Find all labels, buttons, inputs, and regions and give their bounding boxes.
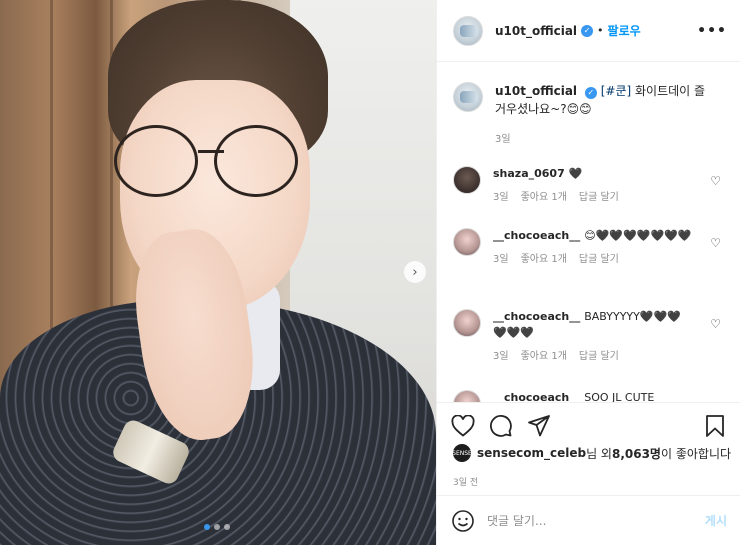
- comment-text: 🖤: [568, 167, 583, 180]
- comment-likes[interactable]: 좋아요 1개: [521, 349, 567, 365]
- comment-text: SOO JL CUTE: [584, 391, 655, 402]
- carousel-dot: [204, 524, 210, 530]
- likes-username[interactable]: sensecom_celeb: [477, 446, 586, 460]
- more-icon[interactable]: •••: [697, 23, 727, 39]
- comment-username[interactable]: shaza_0607: [493, 167, 565, 180]
- heart-icon[interactable]: [451, 414, 475, 438]
- verified-icon: ✓: [584, 87, 597, 99]
- comment-time[interactable]: 3일: [493, 349, 509, 365]
- reply-button[interactable]: 답글 달기: [579, 349, 619, 365]
- comment-time[interactable]: 3일: [493, 190, 509, 206]
- avatar[interactable]: [453, 166, 481, 194]
- likes-summary: SENSE sensecom_celeb 님 외 8,063명 이 좋아합니다: [452, 444, 732, 462]
- comment-likes[interactable]: 좋아요 1개: [521, 190, 567, 206]
- caption-text: u10t_official ✓ [#쿤] 화이트데이 즐거우셨나요~?😊😊: [495, 82, 715, 118]
- photo-glasses-bridge: [198, 150, 224, 153]
- comment-username[interactable]: __chocoeach__: [493, 229, 580, 242]
- add-comment-bar: 게시: [437, 495, 740, 545]
- photo-glasses-right: [214, 125, 298, 197]
- comment-item: __chocoeach__ BABYYYYY🖤🖤🖤🖤🖤🖤 3일 좋아요 1개 답글…: [453, 309, 733, 365]
- caption-username[interactable]: u10t_official: [495, 84, 577, 98]
- comment-item: __chocoeach__ SOO JL CUTE: [453, 390, 733, 402]
- avatar[interactable]: [453, 228, 481, 256]
- avatar[interactable]: [453, 309, 481, 337]
- caption: u10t_official ✓ [#쿤] 화이트데이 즐거우셨나요~?😊😊: [453, 82, 715, 118]
- reply-button[interactable]: 답글 달기: [579, 252, 619, 268]
- carousel-dot: [214, 524, 220, 530]
- separator-dot: •: [597, 24, 604, 37]
- avatar[interactable]: [453, 390, 481, 402]
- comment-text: 😊🖤🖤🖤🖤🖤🖤🖤: [584, 229, 692, 242]
- carousel-next-button[interactable]: ›: [404, 261, 426, 283]
- share-icon[interactable]: [527, 414, 551, 438]
- post-header: u10t_official ✓ • 팔로우 •••: [437, 0, 740, 62]
- heart-icon[interactable]: ♡: [710, 174, 721, 188]
- avatar[interactable]: [453, 15, 483, 46]
- avatar[interactable]: [453, 82, 483, 112]
- comment-time[interactable]: 3일: [493, 252, 509, 268]
- avatar[interactable]: SENSE: [452, 444, 472, 462]
- photo-glasses-left: [114, 125, 198, 197]
- comment-icon[interactable]: [489, 414, 513, 438]
- emoji-icon[interactable]: [451, 509, 475, 533]
- caption-time: 3일: [495, 134, 511, 145]
- heart-icon[interactable]: ♡: [710, 236, 721, 250]
- comment-item: __chocoeach__ 😊🖤🖤🖤🖤🖤🖤🖤 3일 좋아요 1개 답글 달기 ♡: [453, 228, 733, 268]
- post-comment-button[interactable]: 게시: [705, 512, 727, 529]
- post-side-panel: u10t_official ✓ • 팔로우 ••• u10t_official …: [436, 0, 740, 545]
- carousel-dots: [204, 524, 230, 530]
- likes-middle: 님 외: [586, 446, 612, 461]
- comment-input[interactable]: [487, 513, 687, 528]
- likes-suffix: 이 좋아합니다: [660, 446, 732, 461]
- carousel-dot: [224, 524, 230, 530]
- likes-count[interactable]: 8,063명: [612, 445, 661, 462]
- comment-username[interactable]: __chocoeach__: [493, 391, 580, 402]
- post-timestamp[interactable]: 3일 전: [453, 475, 478, 488]
- post-photo[interactable]: ›: [0, 0, 436, 545]
- comments-list[interactable]: u10t_official ✓ [#쿤] 화이트데이 즐거우셨나요~?😊😊 3일…: [437, 62, 740, 402]
- comment-username[interactable]: __chocoeach__: [493, 310, 580, 323]
- follow-button[interactable]: 팔로우: [608, 22, 641, 39]
- header-username[interactable]: u10t_official: [495, 24, 577, 38]
- action-bar: [437, 402, 740, 448]
- bookmark-icon[interactable]: [703, 414, 727, 438]
- chevron-right-icon: ›: [412, 264, 418, 280]
- caption-hashtag[interactable]: [#쿤]: [601, 84, 631, 98]
- comment-likes[interactable]: 좋아요 1개: [521, 252, 567, 268]
- comment-item: shaza_0607 🖤 3일 좋아요 1개 답글 달기 ♡: [453, 166, 733, 206]
- reply-button[interactable]: 답글 달기: [579, 190, 619, 206]
- verified-icon: ✓: [581, 24, 594, 37]
- heart-icon[interactable]: ♡: [710, 317, 721, 331]
